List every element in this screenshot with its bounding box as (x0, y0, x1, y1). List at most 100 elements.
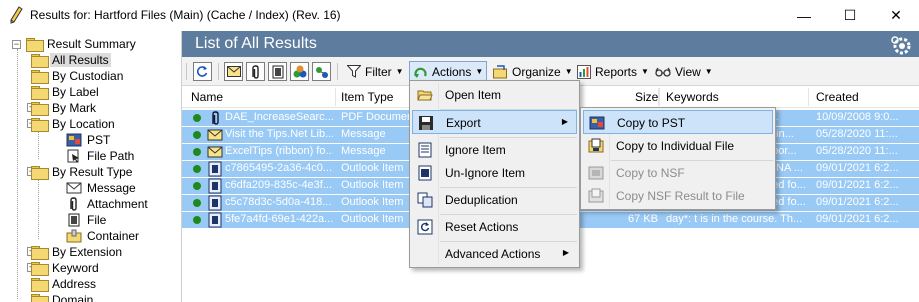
organize-button[interactable]: Organize ▼ (490, 61, 576, 82)
message-filter-button[interactable] (224, 62, 243, 81)
tree-item-by-extension[interactable]: + By Extension (27, 244, 124, 260)
group-filter-button[interactable] (290, 62, 309, 81)
menu-item-deduplication[interactable]: Deduplication (412, 188, 577, 212)
maximize-button[interactable]: ☐ (827, 0, 873, 31)
column-size[interactable]: Size (635, 90, 658, 104)
tree-item-domain[interactable]: Domain (31, 292, 95, 302)
organize-label: Organize (512, 64, 561, 79)
filter-label: Filter (365, 64, 392, 79)
column-separator[interactable] (335, 88, 336, 106)
collapse-icon[interactable]: − (12, 39, 21, 49)
outlook-item-icon (208, 195, 222, 211)
minimize-button[interactable]: — (781, 0, 827, 31)
pst-copy-icon (589, 116, 605, 130)
reports-label: Reports (595, 64, 638, 79)
menu-label: Export (446, 116, 481, 130)
file-filter-button[interactable] (268, 62, 287, 81)
status-filter-button[interactable] (312, 62, 331, 81)
envelope-icon (66, 182, 82, 194)
column-separator[interactable] (808, 88, 809, 106)
attachment-filter-button[interactable] (246, 62, 265, 81)
menu-item-export[interactable]: Export ▶ (412, 110, 577, 134)
cell-name: 5fe7a4fd-69e1-422a... (225, 213, 333, 225)
column-keywords[interactable]: Keywords (666, 90, 719, 104)
tree-item-container[interactable]: Container (66, 228, 141, 244)
close-icon: ✕ (890, 7, 902, 23)
paperclip-icon (252, 64, 259, 79)
panel-title: List of All Results (195, 35, 317, 52)
tree-item-by-custodian[interactable]: By Custodian (31, 68, 125, 84)
pencil-icon (10, 6, 23, 24)
tree-item-pst[interactable]: PST (66, 132, 112, 148)
menu-item-copy-nsf-result-to-file[interactable]: Copy NSF Result to File (583, 184, 773, 208)
column-created[interactable]: Created (816, 90, 859, 104)
cell-type: PDF Document (341, 111, 411, 123)
file-icon (272, 65, 283, 78)
column-separator[interactable] (659, 88, 660, 106)
tree-item-message[interactable]: Message (66, 180, 138, 196)
cell-name: c6dfa209-835c-4e3f... (225, 179, 333, 191)
tree-item-file[interactable]: File (66, 212, 108, 228)
actions-button[interactable]: Actions ▼ (409, 61, 488, 82)
menu-label: Copy to NSF (616, 166, 685, 180)
menu-label: Copy to Individual File (616, 139, 735, 153)
result-tree: − Result Summary All Results By Custodia… (0, 31, 178, 302)
cell-type: Outlook Item (341, 213, 404, 225)
filter-button[interactable]: Filter ▼ (344, 61, 407, 82)
tree-item-keyword[interactable]: + Keyword (27, 260, 101, 276)
dedup-icon (417, 192, 433, 208)
folder-icon (31, 54, 49, 68)
cell-keywords: day*: t is in the course. Th... (666, 213, 803, 225)
tree-item-by-result-type[interactable]: − By Result Type (27, 164, 134, 180)
cell-name: c7865495-2a36-4c0... (225, 162, 333, 174)
column-name[interactable]: Name (191, 90, 223, 104)
tree-label: Address (52, 277, 97, 291)
status-dot (193, 182, 201, 190)
menu-label: Deduplication (445, 193, 518, 207)
menu-item-copy-to-pst[interactable]: Copy to PST (583, 110, 773, 134)
menu-item-advanced-actions[interactable]: Advanced Actions ▶ (412, 242, 577, 266)
menu-item-reset-actions[interactable]: Reset Actions (412, 215, 577, 239)
gear-icon[interactable] (890, 34, 912, 56)
tree-label: Message (87, 181, 136, 195)
cell-created: 09/01/2021 6:2... (816, 162, 899, 174)
folder-icon (31, 166, 49, 180)
tree-item-attachment[interactable]: Attachment (66, 196, 150, 212)
tree-item-all-results[interactable]: All Results (31, 52, 111, 68)
outlook-item-icon (208, 178, 222, 194)
folder-icon (31, 246, 49, 260)
tree-item-by-location[interactable]: − By Location (27, 116, 117, 132)
view-button[interactable]: View ▼ (652, 61, 716, 82)
outlook-item-icon (208, 212, 222, 228)
tree-label: File Path (87, 149, 135, 163)
envelope-icon (226, 66, 241, 77)
reports-button[interactable]: Reports ▼ (574, 61, 652, 82)
status-dot (193, 148, 201, 156)
tree-item-file-path[interactable]: File Path (66, 148, 136, 164)
menu-item-copy-to-individual-file[interactable]: Copy to Individual File (583, 134, 773, 158)
menu-item-copy-to-nsf[interactable]: Copy to NSF (583, 161, 773, 185)
cell-type: Outlook Item (341, 179, 404, 191)
tree-item-by-mark[interactable]: + By Mark (27, 100, 98, 116)
menu-item-open-item[interactable]: Open Item (412, 83, 577, 107)
title-bar: Results for: Hartford Files (Main) (Cach… (0, 0, 919, 31)
tree-item-address[interactable]: Address (31, 276, 98, 292)
cell-name: Visit the Tips.Net Lib... (225, 128, 333, 140)
column-item-type[interactable]: Item Type (341, 90, 393, 104)
cell-created: 05/28/2020 11:... (816, 145, 898, 157)
menu-item-un-ignore-item[interactable]: Un-Ignore Item (412, 161, 577, 185)
dropdown-arrow-icon: ▼ (564, 67, 573, 76)
close-button[interactable]: ✕ (873, 0, 919, 31)
file-copy-icon (588, 138, 604, 153)
tree-item-result-summary[interactable]: − Result Summary (12, 36, 138, 52)
menu-item-ignore-item[interactable]: Ignore Item (412, 138, 577, 162)
tree-item-by-label[interactable]: By Label (31, 84, 101, 100)
tree-guide-line (38, 177, 39, 239)
refresh-button[interactable] (193, 62, 212, 81)
organize-icon (493, 64, 507, 78)
folder-icon (26, 38, 44, 52)
cell-type: Message (341, 128, 386, 140)
menu-label: Advanced Actions (445, 247, 541, 261)
dropdown-arrow-icon: ▼ (475, 67, 484, 76)
nsf-file-icon (588, 188, 604, 203)
